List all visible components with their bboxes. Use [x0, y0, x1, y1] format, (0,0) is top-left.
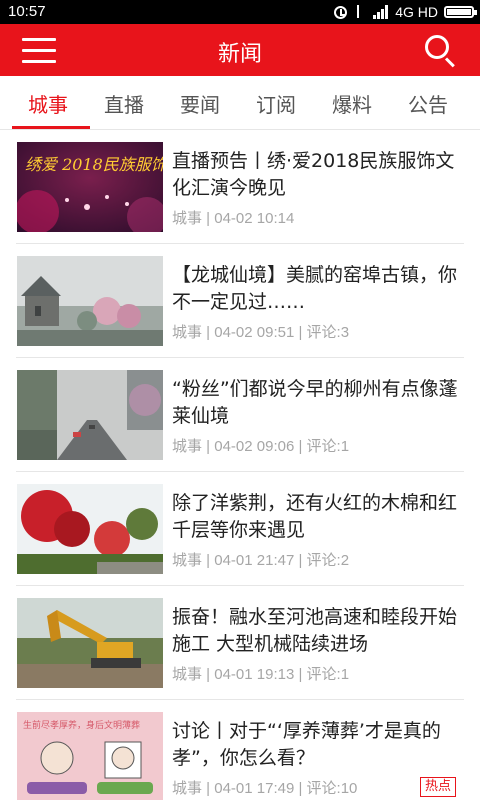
news-thumbnail: 绣爱 2018民族服饰文化汇演 [17, 142, 163, 232]
tab-city[interactable]: 城事 [28, 89, 68, 118]
news-meta: 城事 | 04-02 09:51 | 评论:3 [172, 324, 350, 341]
news-title: 直播预告丨绣·爱2018民族服饰文化汇演今晚见 [172, 150, 455, 199]
tab-notice[interactable]: 公告 [408, 89, 448, 118]
news-title: 讨论丨对于“‘厚养薄葬’才是真的孝”，你怎么看？ [172, 720, 441, 769]
news-item[interactable]: 绣爱 2018民族服饰文化汇演 直播预告丨绣·爱2018民族服饰文化汇演今晚见 … [16, 130, 464, 244]
news-meta: 城事 | 04-02 09:06 | 评论:1 [172, 438, 350, 455]
news-meta: 城事 | 04-01 19:13 | 评论:1 [172, 666, 350, 683]
news-thumbnail: 生前尽孝厚养，身后文明薄葬 [17, 712, 163, 800]
thumb-caption: 生前尽孝厚养，身后文明薄葬 [23, 719, 140, 731]
tab-subscribe[interactable]: 订阅 [256, 89, 296, 118]
news-thumbnail [17, 256, 163, 346]
news-title: 振奋！融水至河池高速和睦段开始施工 大型机械陆续进场 [172, 606, 458, 655]
thumb-caption: 绣爱 2018民族服饰文化汇演 [25, 155, 163, 174]
tab-tipoff[interactable]: 爆料 [332, 89, 372, 118]
news-meta: 城事 | 04-01 17:49 | 评论:10 [172, 780, 358, 797]
status-time: 10:57 [8, 3, 46, 20]
news-item[interactable]: 除了洋紫荆，还有火红的木棉和红千层等你来遇见 城事 | 04-01 21:47 … [16, 472, 464, 586]
status-bar: 10:57 4G HD [0, 0, 480, 24]
app-header: 新闻 [0, 24, 480, 76]
battery-icon [444, 6, 477, 18]
news-meta: 城事 | 04-01 21:47 | 评论:2 [172, 552, 350, 569]
news-meta: 城事 | 04-02 10:14 [172, 210, 295, 227]
news-thumbnail [17, 370, 163, 460]
news-item[interactable]: “粉丝”们都说今早的柳州有点像蓬莱仙境 城事 | 04-02 09:06 | 评… [16, 358, 464, 472]
news-thumbnail [17, 484, 163, 574]
page-title: 新闻 [217, 42, 262, 67]
news-title: 除了洋紫荆，还有火红的木棉和红千层等你来遇见 [172, 492, 458, 541]
news-title: 【龙城仙境】美腻的窑埠古镇，你不一定见过…… [172, 264, 458, 313]
news-item[interactable]: 【龙城仙境】美腻的窑埠古镇，你不一定见过…… 城事 | 04-02 09:51 … [16, 244, 464, 358]
network-label: 4G HD [395, 4, 438, 20]
tab-live[interactable]: 直播 [104, 89, 144, 118]
search-icon[interactable] [422, 32, 458, 68]
news-item[interactable]: 生前尽孝厚养，身后文明薄葬 讨论丨对于“‘厚养薄葬’才是真的孝”，你怎么看？ 城… [16, 700, 464, 800]
hot-badge: 热点 [419, 777, 456, 797]
news-thumbnail [17, 598, 163, 688]
news-item[interactable]: 振奋！融水至河池高速和睦段开始施工 大型机械陆续进场 城事 | 04-01 19… [16, 586, 464, 700]
tab-headlines[interactable]: 要闻 [180, 89, 220, 118]
signal-icon [373, 5, 389, 19]
tab-bar: 城事 直播 要闻 订阅 爆料 公告 [0, 76, 480, 130]
active-tab-indicator [12, 126, 90, 129]
mute-icon [353, 5, 367, 19]
news-title: “粉丝”们都说今早的柳州有点像蓬莱仙境 [172, 378, 458, 427]
alarm-icon [334, 5, 348, 19]
status-icons: 4G HD [334, 2, 477, 22]
